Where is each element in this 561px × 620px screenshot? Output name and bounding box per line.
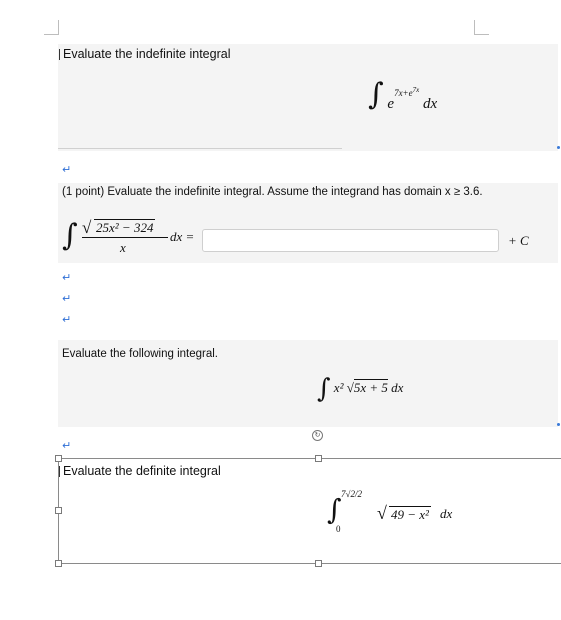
resize-handle-bottom-left[interactable] — [55, 560, 62, 567]
resize-handle-top-left[interactable] — [55, 455, 62, 462]
question-4-prompt: Evaluate the definite integral — [63, 464, 221, 478]
sqrt-sign: √ — [82, 218, 92, 237]
integral-sign: ∫ — [62, 218, 78, 253]
sqrt-sign: √ — [377, 503, 387, 523]
question-2-prompt: (1 point) Evaluate the indefinite integr… — [62, 186, 483, 198]
plus-c: + C — [508, 233, 529, 248]
lower-limit: 0 — [336, 524, 341, 534]
selection-bottom — [58, 563, 561, 564]
differential: dx — [422, 96, 438, 112]
return-mark: ↵ — [62, 272, 72, 284]
integral-sign: ∫ — [368, 77, 384, 112]
blue-marker — [557, 146, 560, 149]
radicand: 5x + 5 — [353, 379, 388, 395]
resize-handle-bottom-center[interactable] — [315, 560, 322, 567]
answer-input[interactable] — [202, 229, 499, 252]
block-divider — [58, 148, 342, 149]
question-4-integral: ∫ 7√2/2 0 √ 49 − x² dx — [327, 489, 467, 535]
question-3-prompt: Evaluate the following integral. — [62, 348, 218, 360]
equals-sign: dx = — [170, 229, 195, 244]
radicand: 49 − x² — [389, 506, 431, 522]
fraction-numerator: 25x² − 324 — [94, 219, 156, 235]
integral-sign: ∫ — [317, 374, 331, 404]
question-1-integral: ∫ e7x+e7x dx — [368, 77, 438, 113]
page-corner-top-right — [474, 20, 489, 35]
question-1-prompt: Evaluate the indefinite integral — [63, 47, 231, 61]
cursor-bar — [59, 466, 60, 477]
rotate-handle-icon[interactable]: ↻ — [312, 430, 323, 441]
return-mark: ↵ — [62, 314, 72, 326]
selection-top — [58, 458, 561, 459]
question-3-integral: ∫ x² √5x + 5 dx — [317, 374, 403, 404]
resize-handle-top-center[interactable] — [315, 455, 322, 462]
return-mark: ↵ — [62, 164, 72, 176]
exp-exponent: 7x+e7x — [394, 86, 420, 98]
blue-marker — [557, 423, 560, 426]
sqrt-sign: √ — [346, 380, 354, 395]
return-mark: ↵ — [62, 293, 72, 305]
fraction-bar — [82, 237, 168, 238]
integral-sign: ∫ — [327, 493, 342, 526]
fraction-denominator: x — [120, 240, 126, 255]
page-corner-top-left — [44, 20, 59, 35]
exp-base: e — [387, 96, 395, 112]
upper-limit: 7√2/2 — [341, 489, 362, 499]
cursor-bar — [59, 49, 60, 60]
resize-handle-middle-left[interactable] — [55, 507, 62, 514]
question-2-integral: ∫ √ 25x² − 324 x dx = — [62, 218, 202, 259]
differential: dx — [440, 506, 453, 521]
differential: dx — [391, 380, 404, 395]
power-term: x² — [333, 380, 344, 395]
return-mark: ↵ — [62, 440, 72, 452]
